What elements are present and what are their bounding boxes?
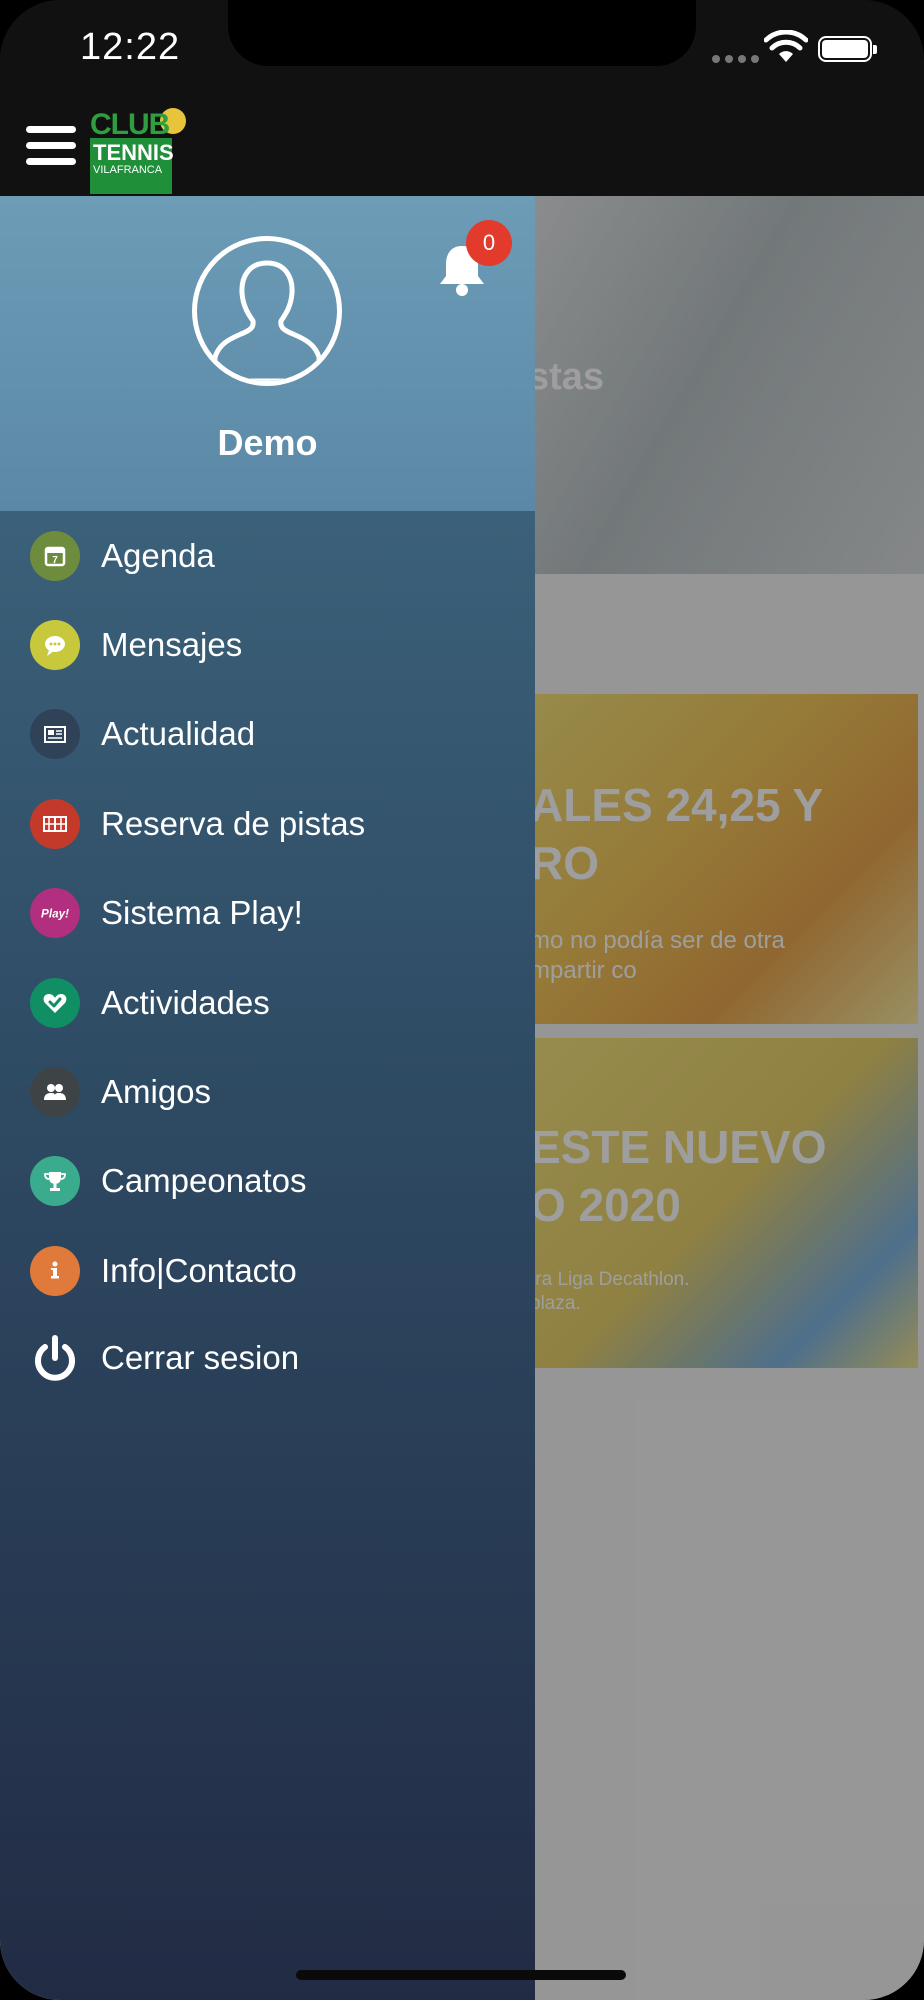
- drawer-menu: 7 Agenda Mensajes Actualidad Reserva de …: [0, 511, 535, 1316]
- status-time: 12:22: [80, 26, 181, 68]
- power-icon: [35, 1335, 75, 1381]
- home-indicator: [296, 1970, 626, 1980]
- user-name: Demo: [217, 422, 318, 463]
- menu-item-campeonatos[interactable]: Campeonatos: [0, 1137, 535, 1226]
- trophy-icon: [30, 1156, 80, 1207]
- battery-icon: [818, 36, 877, 62]
- menu-item-actividades[interactable]: Actividades: [0, 958, 535, 1047]
- wifi-icon: [764, 30, 808, 62]
- play-badge-icon: Play!: [30, 888, 80, 939]
- menu-item-info-contacto[interactable]: Info|Contacto: [0, 1226, 535, 1315]
- notch: [228, 0, 696, 66]
- menu-item-label: Info|Contacto: [101, 1251, 297, 1289]
- drawer-profile-header: Demo 0: [0, 196, 535, 511]
- friends-icon: [30, 1067, 80, 1118]
- menu-item-actualidad[interactable]: Actualidad: [0, 690, 535, 779]
- hamburger-menu-button[interactable]: [26, 126, 76, 166]
- calendar-icon: 7: [30, 530, 80, 581]
- svg-text:Play!: Play!: [41, 908, 69, 921]
- logout-label: Cerrar sesion: [101, 1339, 300, 1376]
- logo-tennis-text: TENNIS: [93, 140, 174, 165]
- avatar[interactable]: [192, 236, 342, 386]
- app-header: CLUB TENNIS VILAFRANCA: [0, 100, 924, 196]
- menu-item-sistema-play[interactable]: Play! Sistema Play!: [0, 869, 535, 958]
- club-logo: CLUB TENNIS VILAFRANCA: [90, 104, 190, 194]
- menu-item-label: Sistema Play!: [101, 894, 303, 932]
- logout-button[interactable]: Cerrar sesion: [0, 1313, 535, 1403]
- menu-item-label: Reserva de pistas: [101, 804, 366, 842]
- menu-item-label: Mensajes: [101, 626, 243, 664]
- info-icon: [30, 1245, 80, 1296]
- court-icon: [30, 798, 80, 849]
- newspaper-icon: [30, 709, 80, 760]
- menu-item-amigos[interactable]: Amigos: [0, 1047, 535, 1136]
- svg-text:7: 7: [52, 555, 58, 566]
- chat-icon: [30, 620, 80, 671]
- logo-club-text: CLUB: [90, 108, 170, 141]
- phone-screen: 12:22 CLUB TENNIS VILAFRANCA stas ALES 2…: [0, 0, 924, 2000]
- menu-item-agenda[interactable]: 7 Agenda: [0, 511, 535, 600]
- menu-item-mensajes[interactable]: Mensajes: [0, 600, 535, 689]
- menu-item-label: Agenda: [101, 536, 215, 574]
- heart-check-icon: [30, 977, 80, 1028]
- cellular-signal-icon: [712, 55, 759, 63]
- menu-item-label: Actividades: [101, 983, 270, 1021]
- menu-item-label: Campeonatos: [101, 1162, 307, 1200]
- logo-vilafranca-text: VILAFRANCA: [93, 164, 163, 176]
- notification-badge: 0: [466, 220, 512, 266]
- menu-item-reserva-de-pistas[interactable]: Reserva de pistas: [0, 779, 535, 868]
- user-silhouette-icon: [212, 260, 322, 381]
- menu-item-label: Amigos: [101, 1073, 212, 1111]
- menu-item-label: Actualidad: [101, 715, 256, 753]
- navigation-drawer: Demo 0 7 Agenda Mensajes Actualidad Rese…: [0, 196, 535, 2000]
- status-bar: 12:22: [0, 0, 924, 100]
